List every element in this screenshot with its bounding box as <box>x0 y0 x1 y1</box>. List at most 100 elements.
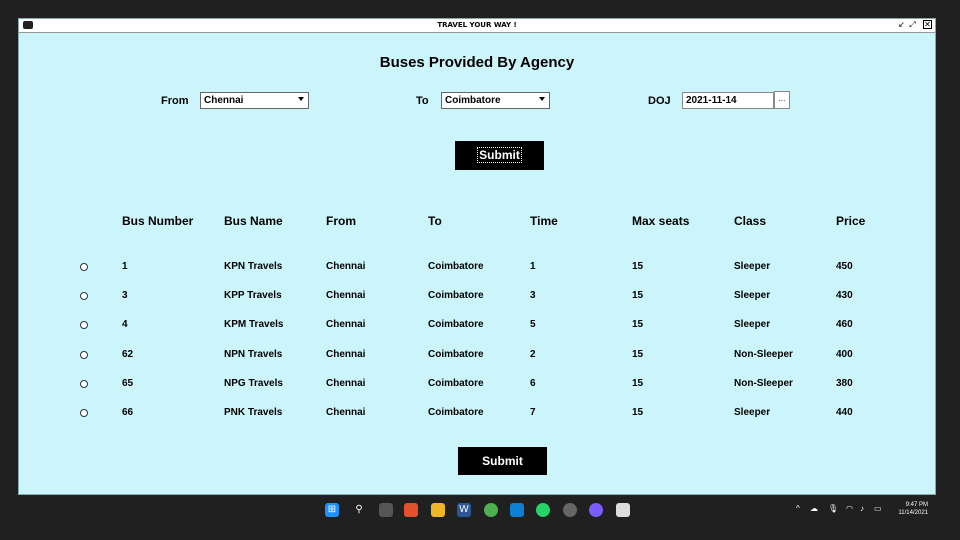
cell-class: Non-Sleeper <box>734 349 793 360</box>
to-label: To <box>416 95 429 107</box>
header-max-seats: Max seats <box>632 214 690 228</box>
cell-max-seats: 15 <box>632 378 644 389</box>
word-icon[interactable]: W <box>457 503 471 517</box>
doj-input[interactable]: 2021-11-14 <box>682 92 774 109</box>
row-select-radio[interactable] <box>80 409 88 417</box>
from-select[interactable]: Chennai <box>200 92 309 109</box>
cell-to: Coimbatore <box>428 261 484 272</box>
cell-class: Non-Sleeper <box>734 378 793 389</box>
header-to: To <box>428 214 442 228</box>
cell-time: 6 <box>530 378 536 389</box>
cell-price: 440 <box>836 407 853 418</box>
to-select-value: Coimbatore <box>445 95 501 106</box>
cell-bus-name: PNK Travels <box>224 407 283 418</box>
table-row: 3 KPP Travels Chennai Coimbatore 3 15 Sl… <box>19 290 935 310</box>
cell-price: 460 <box>836 319 853 330</box>
brave-icon[interactable] <box>404 503 418 517</box>
cloud-icon[interactable]: ☁ <box>810 504 818 513</box>
cell-price: 450 <box>836 261 853 272</box>
chevron-up-icon[interactable]: ^ <box>796 504 800 513</box>
media-icon[interactable] <box>563 503 577 517</box>
cell-time: 1 <box>530 261 536 272</box>
task-view-icon[interactable] <box>379 503 393 517</box>
cell-class: Sleeper <box>734 407 771 418</box>
title-bar: TRAVEL YOUR WAY ! ↙ ⤢ ✕ <box>19 19 935 33</box>
cell-max-seats: 15 <box>632 290 644 301</box>
to-select[interactable]: Coimbatore <box>441 92 550 109</box>
table-row: 62 NPN Travels Chennai Coimbatore 2 15 N… <box>19 349 935 369</box>
cell-time: 3 <box>530 290 536 301</box>
cell-from: Chennai <box>326 378 366 389</box>
row-select-radio[interactable] <box>80 263 88 271</box>
maximize-icon[interactable]: ⤢ <box>908 20 917 29</box>
cell-class: Sleeper <box>734 290 771 301</box>
chevron-down-icon <box>298 97 304 101</box>
cell-bus-number: 62 <box>122 349 134 360</box>
row-select-radio[interactable] <box>80 321 88 329</box>
cell-bus-name: KPN Travels <box>224 261 283 272</box>
microphone-icon[interactable]: 🎙 <box>828 504 838 513</box>
cell-max-seats: 15 <box>632 261 644 272</box>
date-picker-button[interactable]: ... <box>774 91 790 109</box>
cell-bus-number: 66 <box>122 407 134 418</box>
cell-to: Coimbatore <box>428 378 484 389</box>
table-row: 66 PNK Travels Chennai Coimbatore 7 15 S… <box>19 407 935 427</box>
close-icon[interactable]: ✕ <box>923 20 932 29</box>
cell-price: 400 <box>836 349 853 360</box>
cell-bus-name: KPM Travels <box>224 319 284 330</box>
cell-bus-number: 1 <box>122 261 128 272</box>
table-row: 1 KPN Travels Chennai Coimbatore 1 15 Sl… <box>19 261 935 281</box>
row-select-radio[interactable] <box>80 380 88 388</box>
cell-to: Coimbatore <box>428 319 484 330</box>
cell-class: Sleeper <box>734 319 771 330</box>
page-title: Buses Provided By Agency <box>379 54 575 71</box>
app-window: TRAVEL YOUR WAY ! ↙ ⤢ ✕ Buses Provided B… <box>18 18 936 495</box>
windows-start-icon[interactable]: ⊞ <box>325 503 339 517</box>
cell-time: 5 <box>530 319 536 330</box>
from-select-value: Chennai <box>204 95 244 106</box>
app-icon[interactable] <box>589 503 603 517</box>
from-label: From <box>161 95 189 107</box>
cell-bus-number: 3 <box>122 290 128 301</box>
clock-time: 9:47 PM <box>905 502 928 508</box>
window-title: TRAVEL YOUR WAY ! <box>437 21 517 29</box>
cell-max-seats: 15 <box>632 407 644 418</box>
bus-app-icon[interactable] <box>616 503 630 517</box>
cell-max-seats: 15 <box>632 319 644 330</box>
doj-label: DOJ <box>648 95 671 107</box>
row-select-radio[interactable] <box>80 292 88 300</box>
vscode-icon[interactable] <box>510 503 524 517</box>
submit-booking-button[interactable]: Submit <box>458 447 547 475</box>
cell-from: Chennai <box>326 319 366 330</box>
system-clock[interactable]: 9:47 PM 11/14/2021 <box>898 501 928 517</box>
cell-class: Sleeper <box>734 261 771 272</box>
cell-to: Coimbatore <box>428 290 484 301</box>
header-time: Time <box>530 214 558 228</box>
clock-date: 11/14/2021 <box>898 510 928 516</box>
submit-search-button[interactable]: Submit <box>455 141 544 170</box>
minimize-icon[interactable]: ↙ <box>897 20 906 29</box>
chevron-down-icon <box>539 97 545 101</box>
battery-icon[interactable]: ▭ <box>874 504 882 513</box>
cell-from: Chennai <box>326 261 366 272</box>
cell-max-seats: 15 <box>632 349 644 360</box>
header-price: Price <box>836 214 866 228</box>
cell-to: Coimbatore <box>428 407 484 418</box>
wifi-icon[interactable]: ◠ <box>846 504 853 513</box>
row-select-radio[interactable] <box>80 351 88 359</box>
file-explorer-icon[interactable] <box>431 503 445 517</box>
header-bus-name: Bus Name <box>224 214 283 228</box>
cell-bus-name: NPN Travels <box>224 349 283 360</box>
cell-bus-number: 4 <box>122 319 128 330</box>
chrome-icon[interactable] <box>484 503 498 517</box>
volume-icon[interactable]: ♪ <box>860 504 864 513</box>
cell-bus-number: 65 <box>122 378 134 389</box>
cell-from: Chennai <box>326 290 366 301</box>
cell-from: Chennai <box>326 407 366 418</box>
table-row: 4 KPM Travels Chennai Coimbatore 5 15 Sl… <box>19 319 935 339</box>
cell-price: 430 <box>836 290 853 301</box>
cell-bus-name: NPG Travels <box>224 378 283 389</box>
submit-search-label: Submit <box>477 147 522 163</box>
whatsapp-icon[interactable] <box>536 503 550 517</box>
search-icon[interactable]: ⚲ <box>352 503 366 517</box>
